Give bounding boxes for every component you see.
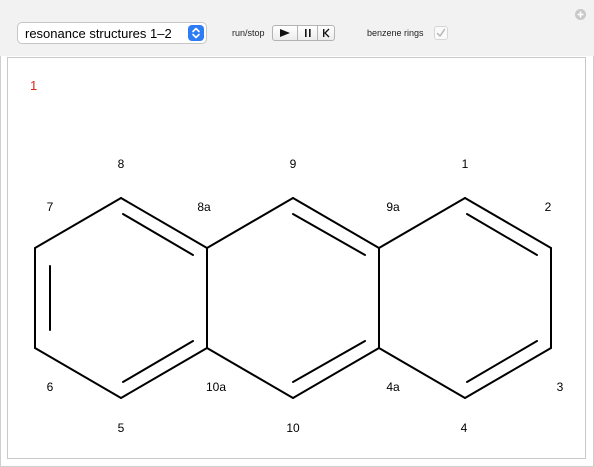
- anthracene-structure: [34, 197, 552, 399]
- atom-label-2: 2: [544, 200, 552, 214]
- bond-1-2: [464, 197, 552, 249]
- run-stop-label: run/stop: [232, 28, 265, 38]
- control-bar: resonance structures 1–2 run/stop benzen…: [0, 0, 594, 56]
- pause-button[interactable]: [297, 25, 318, 41]
- atom-label-1: 1: [461, 157, 469, 171]
- animation-controls: [272, 25, 335, 41]
- atom-label-4: 4: [460, 421, 468, 435]
- checkmark-icon: [436, 28, 446, 37]
- atom-label-10a: 10a: [205, 380, 227, 394]
- atom-label-8: 8: [117, 157, 125, 171]
- atom-label-10: 10: [286, 421, 300, 435]
- bond-8-8a: [120, 197, 208, 249]
- atom-label-6: 6: [46, 380, 54, 394]
- bond-9-9a: [292, 197, 380, 249]
- bond-10a-5: [120, 347, 208, 399]
- bond-4a-10: [292, 347, 380, 399]
- atom-label-3: 3: [556, 380, 564, 394]
- atom-label-7: 7: [46, 200, 54, 214]
- play-button[interactable]: [272, 25, 298, 41]
- atom-label-5: 5: [117, 421, 125, 435]
- pause-icon: [304, 29, 311, 37]
- plus-circle-icon[interactable]: [575, 9, 586, 20]
- play-icon: [280, 29, 290, 37]
- display-panel: 1 8 9 1 7 8a 9a 2 6 10a 4a 3 5 10 4: [7, 57, 586, 459]
- chevron-up-down-icon: [188, 25, 204, 41]
- structure-select-value: resonance structures 1–2: [25, 26, 172, 41]
- benzene-rings-label: benzene rings: [367, 28, 424, 38]
- atom-label-8a: 8a: [197, 200, 211, 214]
- atom-label-9: 9: [289, 157, 297, 171]
- step-back-icon: [323, 28, 330, 38]
- atom-label-9a: 9a: [386, 200, 400, 214]
- bond-3-4: [464, 347, 552, 399]
- structure-select[interactable]: resonance structures 1–2: [17, 22, 207, 44]
- atom-label-4a: 4a: [386, 380, 400, 394]
- benzene-rings-checkbox[interactable]: [434, 26, 448, 40]
- bond-8a-9: [206, 197, 294, 249]
- reset-button[interactable]: [317, 25, 335, 41]
